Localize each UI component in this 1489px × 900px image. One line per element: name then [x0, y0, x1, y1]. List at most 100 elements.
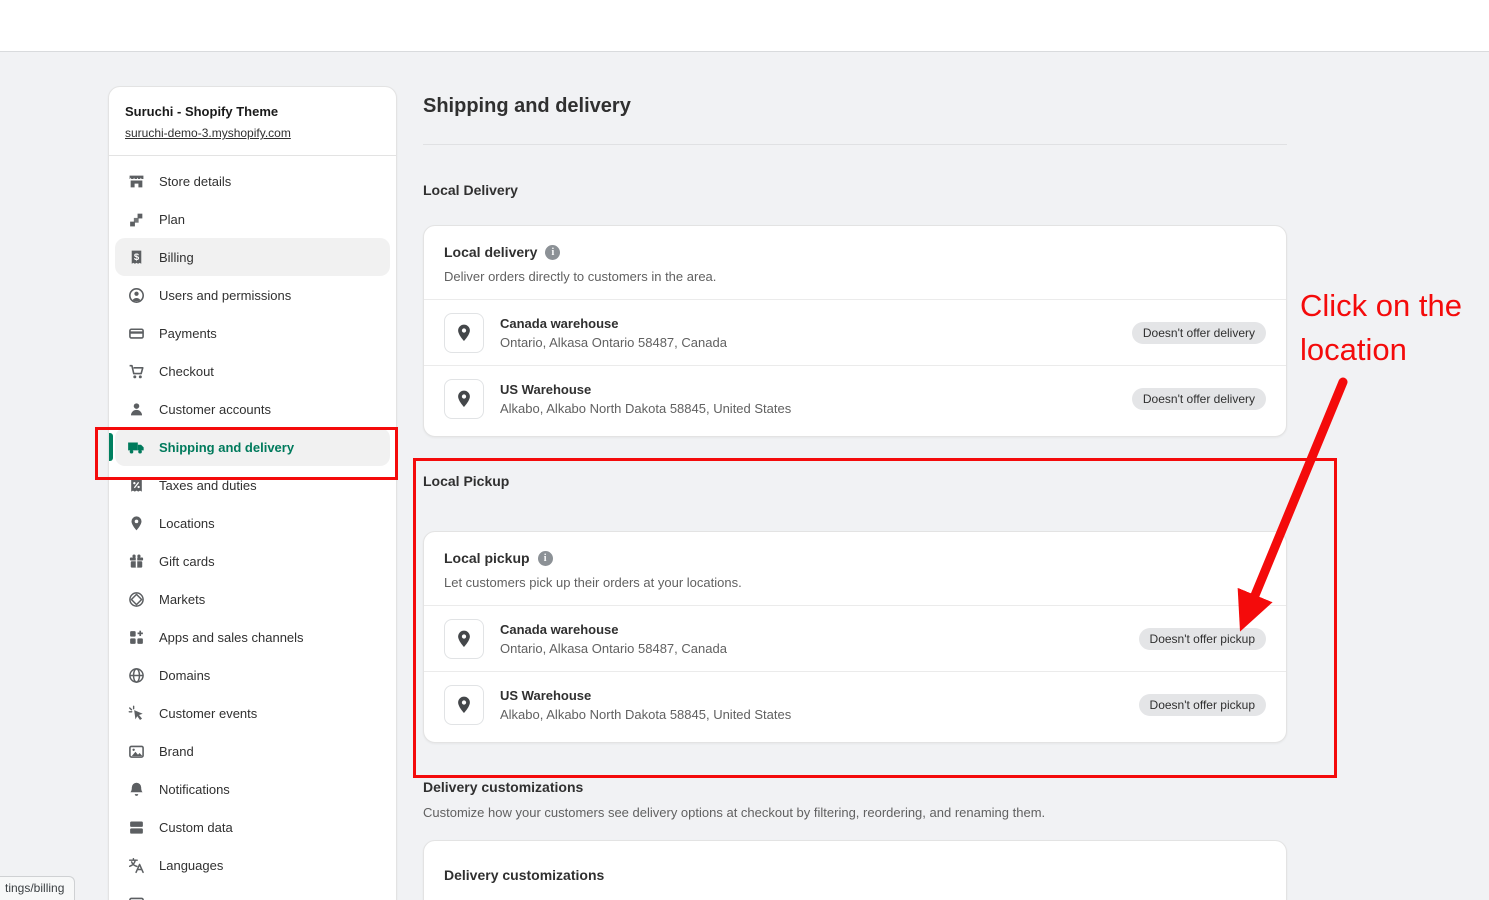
location-row-canada-warehouse[interactable]: Canada warehouse Ontario, Alkasa Ontario…: [424, 300, 1286, 366]
sidebar-item-label: Shipping and delivery: [159, 440, 294, 455]
local-pickup-card-header: Local pickup i Let customers pick up the…: [424, 532, 1286, 606]
sidebar-item-billing[interactable]: $ Billing: [115, 238, 390, 276]
svg-text:$: $: [133, 252, 139, 263]
sidebar-item-label: Users and permissions: [159, 288, 291, 303]
sidebar-item-languages[interactable]: Languages: [115, 846, 390, 884]
info-icon[interactable]: i: [538, 551, 553, 566]
sidebar-item-label: Markets: [159, 592, 205, 607]
sidebar-item-label: Languages: [159, 858, 223, 873]
sidebar-item-custom-data[interactable]: Custom data: [115, 808, 390, 846]
location-name: US Warehouse: [500, 688, 791, 703]
local-pickup-card-title: Local pickup: [444, 550, 530, 566]
sidebar-item-label: Apps and sales channels: [159, 630, 304, 645]
store-header: Suruchi - Shopify Theme suruchi-demo-3.m…: [109, 87, 396, 156]
policies-icon: [127, 894, 145, 900]
sidebar-item-label: Checkout: [159, 364, 214, 379]
sidebar-item-partial[interactable]: [115, 884, 390, 900]
sidebar-item-brand[interactable]: Brand: [115, 732, 390, 770]
locations-pin-icon: [127, 514, 145, 532]
store-name: Suruchi - Shopify Theme: [125, 104, 380, 119]
sidebar-item-label: Store details: [159, 174, 231, 189]
local-delivery-card-description: Deliver orders directly to customers in …: [444, 269, 1266, 284]
info-icon[interactable]: i: [545, 245, 560, 260]
checkout-cart-icon: [127, 362, 145, 380]
customer-accounts-icon: [127, 400, 145, 418]
taxes-icon: [127, 476, 145, 494]
local-delivery-card-header: Local delivery i Deliver orders directly…: [424, 226, 1286, 300]
location-row-us-warehouse[interactable]: US Warehouse Alkabo, Alkabo North Dakota…: [424, 672, 1286, 738]
payments-icon: [127, 324, 145, 342]
notifications-bell-icon: [127, 780, 145, 798]
sidebar-item-checkout[interactable]: Checkout: [115, 352, 390, 390]
sidebar-item-label: Payments: [159, 326, 217, 341]
location-row-canada-warehouse[interactable]: Canada warehouse Ontario, Alkasa Ontario…: [424, 606, 1286, 672]
apps-icon: [127, 628, 145, 646]
sidebar-item-plan[interactable]: Plan: [115, 200, 390, 238]
settings-sidebar: Suruchi - Shopify Theme suruchi-demo-3.m…: [108, 86, 397, 900]
sidebar-item-label: Customer events: [159, 706, 257, 721]
sidebar-item-users-and-permissions[interactable]: Users and permissions: [115, 276, 390, 314]
customer-events-icon: [127, 704, 145, 722]
sidebar-item-locations[interactable]: Locations: [115, 504, 390, 542]
store-domain-link[interactable]: suruchi-demo-3.myshopify.com: [125, 126, 291, 140]
sidebar-item-label: Customer accounts: [159, 402, 271, 417]
sidebar-item-store-details[interactable]: Store details: [115, 162, 390, 200]
local-delivery-card: Local delivery i Deliver orders directly…: [423, 225, 1287, 437]
sidebar-item-label: Domains: [159, 668, 210, 683]
sidebar-item-taxes-and-duties[interactable]: Taxes and duties: [115, 466, 390, 504]
plan-icon: [127, 210, 145, 228]
gift-card-icon: [127, 552, 145, 570]
status-badge: Doesn't offer pickup: [1139, 628, 1266, 650]
sidebar-item-label: Brand: [159, 744, 194, 759]
sidebar-item-payments[interactable]: Payments: [115, 314, 390, 352]
markets-globe-icon: [127, 590, 145, 608]
location-address: Ontario, Alkasa Ontario 58487, Canada: [500, 335, 727, 350]
custom-data-icon: [127, 818, 145, 836]
sidebar-item-gift-cards[interactable]: Gift cards: [115, 542, 390, 580]
location-name: Canada warehouse: [500, 316, 727, 331]
location-pin-icon: [444, 619, 484, 659]
sidebar-item-label: Taxes and duties: [159, 478, 257, 493]
sidebar-item-customer-accounts[interactable]: Customer accounts: [115, 390, 390, 428]
local-delivery-card-title: Local delivery: [444, 244, 537, 260]
location-address: Ontario, Alkasa Ontario 58487, Canada: [500, 641, 727, 656]
local-pickup-card-description: Let customers pick up their orders at yo…: [444, 575, 1266, 590]
sidebar-item-customer-events[interactable]: Customer events: [115, 694, 390, 732]
sidebar-item-shipping-and-delivery[interactable]: Shipping and delivery: [115, 428, 390, 466]
users-icon: [127, 286, 145, 304]
local-pickup-card: Local pickup i Let customers pick up the…: [423, 531, 1287, 743]
sidebar-item-domains[interactable]: Domains: [115, 656, 390, 694]
top-bar: [0, 0, 1489, 52]
sidebar-item-label: Notifications: [159, 782, 230, 797]
page-title: Shipping and delivery: [423, 95, 631, 118]
section-title-local-pickup: Local Pickup: [423, 473, 509, 489]
brand-icon: [127, 742, 145, 760]
section-title-delivery-customizations: Delivery customizations: [423, 779, 583, 795]
billing-icon: $: [127, 248, 145, 266]
location-pin-icon: [444, 685, 484, 725]
delivery-customizations-description: Customize how your customers see deliver…: [423, 805, 1045, 820]
sidebar-item-label: Plan: [159, 212, 185, 227]
location-address: Alkabo, Alkabo North Dakota 58845, Unite…: [500, 707, 791, 722]
sidebar-item-label: Gift cards: [159, 554, 215, 569]
delivery-customizations-card-title: Delivery customizations: [444, 867, 604, 883]
sidebar-item-label: Custom data: [159, 820, 233, 835]
sidebar-item-markets[interactable]: Markets: [115, 580, 390, 618]
location-name: Canada warehouse: [500, 622, 727, 637]
location-pin-icon: [444, 379, 484, 419]
sidebar-item-apps-and-sales-channels[interactable]: Apps and sales channels: [115, 618, 390, 656]
sidebar-item-label: Locations: [159, 516, 215, 531]
location-name: US Warehouse: [500, 382, 791, 397]
status-badge: Doesn't offer delivery: [1132, 388, 1266, 410]
browser-status-tooltip: tings/billing: [0, 876, 75, 900]
shipping-truck-icon: [127, 438, 145, 456]
languages-icon: [127, 856, 145, 874]
sidebar-nav: Store details Plan $ Billing Users and p…: [109, 156, 396, 900]
storefront-icon: [127, 172, 145, 190]
sidebar-item-notifications[interactable]: Notifications: [115, 770, 390, 808]
sidebar-item-label: Billing: [159, 250, 194, 265]
location-pin-icon: [444, 313, 484, 353]
delivery-customizations-card: Delivery customizations: [423, 840, 1287, 900]
section-title-local-delivery: Local Delivery: [423, 182, 518, 198]
location-row-us-warehouse[interactable]: US Warehouse Alkabo, Alkabo North Dakota…: [424, 366, 1286, 432]
